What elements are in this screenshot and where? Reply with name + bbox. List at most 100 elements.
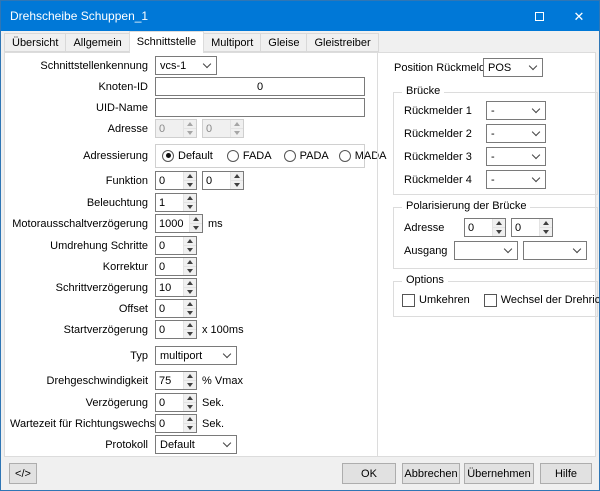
tab-allgemein[interactable]: Allgemein — [65, 33, 129, 52]
rueckmelder-row: Rückmelder 3 - — [394, 147, 597, 166]
chevron-down-icon — [223, 350, 231, 358]
spinner-down-icon[interactable] — [184, 287, 196, 296]
cancel-button[interactable]: Abbrechen — [402, 463, 460, 484]
spinner-up-icon[interactable] — [184, 172, 196, 180]
umdrehung-schritte-label: Umdrehung Schritte — [10, 240, 155, 252]
radio-icon — [227, 150, 239, 162]
wechsel-drehrichtung-checkbox[interactable]: Wechsel der Drehrichtung — [484, 294, 600, 307]
funktion-spinner-2[interactable] — [202, 171, 244, 190]
apply-button[interactable]: Übernehmen — [464, 463, 534, 484]
drehgeschwindigkeit-spinner[interactable] — [155, 371, 197, 390]
wartezeit-richtungswechsel-spinner[interactable] — [155, 414, 197, 433]
protokoll-dropdown[interactable]: Default — [155, 435, 237, 454]
typ-dropdown[interactable]: multiport — [155, 346, 237, 365]
spinner-down-icon[interactable] — [184, 423, 196, 432]
ausgang-dropdown-2[interactable] — [523, 241, 587, 260]
checkbox-icon — [402, 294, 415, 307]
tab-uebersicht[interactable]: Übersicht — [4, 33, 66, 52]
spinner-up-icon[interactable] — [184, 194, 196, 202]
startverzoegerung-unit: x 100ms — [202, 324, 244, 336]
funktion-spinner-1[interactable] — [155, 171, 197, 190]
spinner-down-icon[interactable] — [184, 380, 196, 389]
spinner-down-icon[interactable] — [184, 180, 196, 189]
protokoll-label: Protokoll — [10, 439, 155, 451]
spinner-up-icon[interactable] — [493, 219, 505, 227]
spinner-down-icon — [231, 128, 243, 137]
rueckmelder-row: Rückmelder 4 - — [394, 170, 597, 189]
maximize-icon — [535, 12, 544, 21]
spinner-up-icon[interactable] — [184, 415, 196, 423]
spinner-up-icon[interactable] — [184, 394, 196, 402]
chevron-down-icon — [532, 174, 540, 182]
offset-spinner[interactable] — [155, 299, 197, 318]
spinner-down-icon[interactable] — [184, 329, 196, 338]
motorausschaltverzoegerung-label: Motorausschaltverzögerung — [10, 218, 155, 230]
spinner-up-icon[interactable] — [540, 219, 552, 227]
adressierung-label: Adressierung — [10, 150, 155, 162]
spinner-down-icon[interactable] — [184, 202, 196, 211]
rueckmelder-2-dropdown[interactable]: - — [486, 124, 546, 143]
spinner-down-icon[interactable] — [184, 266, 196, 275]
maximize-button[interactable] — [519, 1, 559, 31]
uid-name-input[interactable] — [155, 98, 365, 117]
polarisierung-adresse-spinner-1[interactable] — [464, 218, 506, 237]
tab-gleise[interactable]: Gleise — [260, 33, 307, 52]
spinner-up-icon[interactable] — [184, 372, 196, 380]
options-group: Options Umkehren Wechsel der Drehrichtun… — [393, 281, 598, 317]
schnittstellenkennung-dropdown[interactable]: vcs-1 — [155, 56, 217, 75]
radio-icon — [284, 150, 296, 162]
chevron-down-icon — [573, 245, 581, 253]
spinner-up-icon — [184, 120, 196, 128]
knoten-id-label: Knoten-ID — [10, 81, 155, 93]
wartezeit-richtungswechsel-unit: Sek. — [202, 418, 224, 430]
spinner-up-icon[interactable] — [184, 237, 196, 245]
spinner-down-icon[interactable] — [231, 180, 243, 189]
beleuchtung-spinner[interactable] — [155, 193, 197, 212]
spinner-down-icon[interactable] — [190, 223, 202, 232]
uid-name-label: UID-Name — [10, 102, 155, 114]
ok-button[interactable]: OK — [342, 463, 396, 484]
ausgang-dropdown-1[interactable] — [454, 241, 518, 260]
tab-multiport[interactable]: Multiport — [203, 33, 261, 52]
verzoegerung-spinner[interactable] — [155, 393, 197, 412]
startverzoegerung-spinner[interactable] — [155, 320, 197, 339]
spinner-up-icon[interactable] — [184, 321, 196, 329]
spinner-up-icon[interactable] — [190, 215, 202, 223]
startverzoegerung-label: Startverzögerung — [10, 324, 155, 336]
motorausschaltverzoegerung-spinner[interactable] — [155, 214, 203, 233]
rueckmelder-3-dropdown[interactable]: - — [486, 147, 546, 166]
umkehren-checkbox[interactable]: Umkehren — [402, 294, 470, 307]
ausgang-label: Ausgang — [404, 245, 454, 257]
spinner-down-icon[interactable] — [540, 227, 552, 236]
radio-pada[interactable]: PADA — [284, 150, 329, 162]
position-rueckmelder-dropdown[interactable]: POS — [483, 58, 543, 77]
radio-default[interactable]: Default — [162, 150, 213, 162]
spinner-up-icon — [231, 120, 243, 128]
spinner-up-icon[interactable] — [231, 172, 243, 180]
spinner-down-icon[interactable] — [493, 227, 505, 236]
tab-schnittstelle[interactable]: Schnittstelle — [129, 31, 204, 53]
spinner-up-icon[interactable] — [184, 258, 196, 266]
spinner-down-icon — [184, 128, 196, 137]
radio-fada[interactable]: FADA — [227, 150, 272, 162]
knoten-id-input[interactable] — [155, 77, 365, 96]
rueckmelder-row: Rückmelder 1 - — [394, 101, 597, 120]
rueckmelder-4-dropdown[interactable]: - — [486, 170, 546, 189]
umdrehung-schritte-spinner[interactable] — [155, 236, 197, 255]
schnittstellenkennung-label: Schnittstellenkennung — [10, 60, 155, 72]
polarisierung-adresse-spinner-2[interactable] — [511, 218, 553, 237]
spinner-up-icon[interactable] — [184, 300, 196, 308]
tab-gleistreiber[interactable]: Gleistreiber — [306, 33, 378, 52]
schrittverzoegerung-spinner[interactable] — [155, 278, 197, 297]
spinner-down-icon[interactable] — [184, 245, 196, 254]
spinner-up-icon[interactable] — [184, 279, 196, 287]
right-panel: Position Rückmelder POS Brücke Rückmelde… — [377, 53, 595, 456]
help-button[interactable]: Hilfe — [540, 463, 592, 484]
rueckmelder-1-dropdown[interactable]: - — [486, 101, 546, 120]
spinner-down-icon[interactable] — [184, 308, 196, 317]
close-button[interactable]: ✕ — [559, 1, 599, 31]
korrektur-label: Korrektur — [10, 261, 155, 273]
korrektur-spinner[interactable] — [155, 257, 197, 276]
spinner-down-icon[interactable] — [184, 402, 196, 411]
code-button[interactable]: </> — [9, 463, 37, 484]
